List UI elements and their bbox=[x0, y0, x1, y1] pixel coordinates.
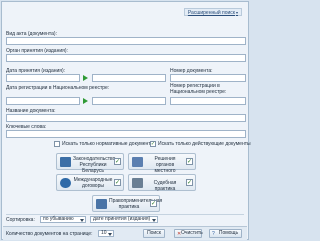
doc-number-input[interactable] bbox=[170, 74, 246, 82]
people-icon bbox=[132, 157, 143, 167]
advanced-search-label: Расширенный поиск bbox=[187, 10, 235, 16]
reg-number-label: Номер регистрации в Национальном реестре… bbox=[170, 83, 227, 95]
tile-law-enforcement-checkbox[interactable]: ✓ bbox=[150, 200, 157, 207]
active-only-checkbox[interactable]: ✓ bbox=[150, 141, 156, 147]
tile-legislation-checkbox[interactable]: ✓ bbox=[114, 158, 121, 165]
reg-date-from-input[interactable] bbox=[6, 97, 80, 105]
tile-international-checkbox[interactable]: ✓ bbox=[114, 179, 121, 186]
count-select[interactable]: 10 bbox=[98, 230, 114, 237]
reg-number-input[interactable] bbox=[170, 97, 246, 105]
tile-legislation-label: Законодательство Республики Беларусь bbox=[73, 156, 116, 174]
help-button[interactable]: ? Помощь bbox=[209, 229, 242, 238]
organ-input[interactable] bbox=[6, 54, 246, 62]
help-icon: ? bbox=[212, 231, 215, 237]
calendar-go-icon[interactable] bbox=[82, 74, 89, 82]
tile-international[interactable]: Международные договоры ✓ bbox=[56, 174, 124, 191]
book-icon bbox=[96, 199, 107, 209]
act-type-input[interactable] bbox=[6, 37, 246, 45]
chevron-down-icon: ▾ bbox=[235, 10, 238, 15]
tile-court-practice-checkbox[interactable]: ✓ bbox=[186, 179, 193, 186]
normative-only-checkbox[interactable] bbox=[54, 141, 60, 147]
search-panel: Расширенный поиск▾ Вид акта (документа):… bbox=[1, 1, 251, 240]
tile-court-practice-label: Судебная практика bbox=[153, 180, 177, 192]
help-button-label: Помощь bbox=[218, 230, 239, 236]
tile-law-enforcement-label: Правоприменительная практика bbox=[109, 198, 163, 210]
search-button[interactable]: Поиск bbox=[143, 229, 165, 238]
accept-date-from-input[interactable] bbox=[6, 74, 80, 82]
sort-order-select[interactable]: по убыванию bbox=[40, 216, 86, 223]
clear-button-label: Очистить bbox=[181, 230, 203, 236]
count-label: Количество документов на странице: bbox=[6, 231, 93, 237]
building-icon bbox=[60, 157, 71, 167]
advanced-search-link[interactable]: Расширенный поиск▾ bbox=[183, 8, 242, 16]
sort-label: Сортировка: bbox=[6, 217, 35, 223]
clear-icon: ✕ bbox=[177, 231, 182, 237]
footer-bar: Количество документов на странице: 10 По… bbox=[3, 226, 247, 240]
tile-international-label: Международные договоры bbox=[73, 177, 113, 189]
tile-local-decisions[interactable]: Решения органов местного управления ✓ bbox=[128, 153, 196, 180]
sort-field-select[interactable]: дате принятия (издания) bbox=[90, 216, 158, 223]
active-only-label: Искать только действующие документы bbox=[158, 141, 251, 147]
reg-date-label: Дата регистрации в Национальном реестре: bbox=[6, 85, 110, 91]
accept-date-to-input[interactable] bbox=[92, 74, 166, 82]
calendar-go-icon[interactable] bbox=[82, 97, 89, 105]
divider bbox=[6, 214, 244, 215]
tile-legislation[interactable]: Законодательство Республики Беларусь ✓ bbox=[56, 153, 124, 174]
doc-name-input[interactable] bbox=[6, 114, 246, 122]
tile-local-decisions-checkbox[interactable]: ✓ bbox=[186, 158, 193, 165]
gavel-icon bbox=[132, 178, 143, 188]
clear-button[interactable]: ✕ Очистить bbox=[174, 229, 203, 238]
globe-icon bbox=[60, 178, 71, 188]
normative-only-label: Искать только нормативные документы bbox=[62, 141, 155, 147]
tile-law-enforcement[interactable]: Правоприменительная практика ✓ bbox=[92, 195, 163, 212]
reg-date-to-input[interactable] bbox=[92, 97, 166, 105]
keywords-input[interactable] bbox=[6, 130, 246, 138]
tile-court-practice[interactable]: Судебная практика ✓ bbox=[128, 174, 196, 192]
